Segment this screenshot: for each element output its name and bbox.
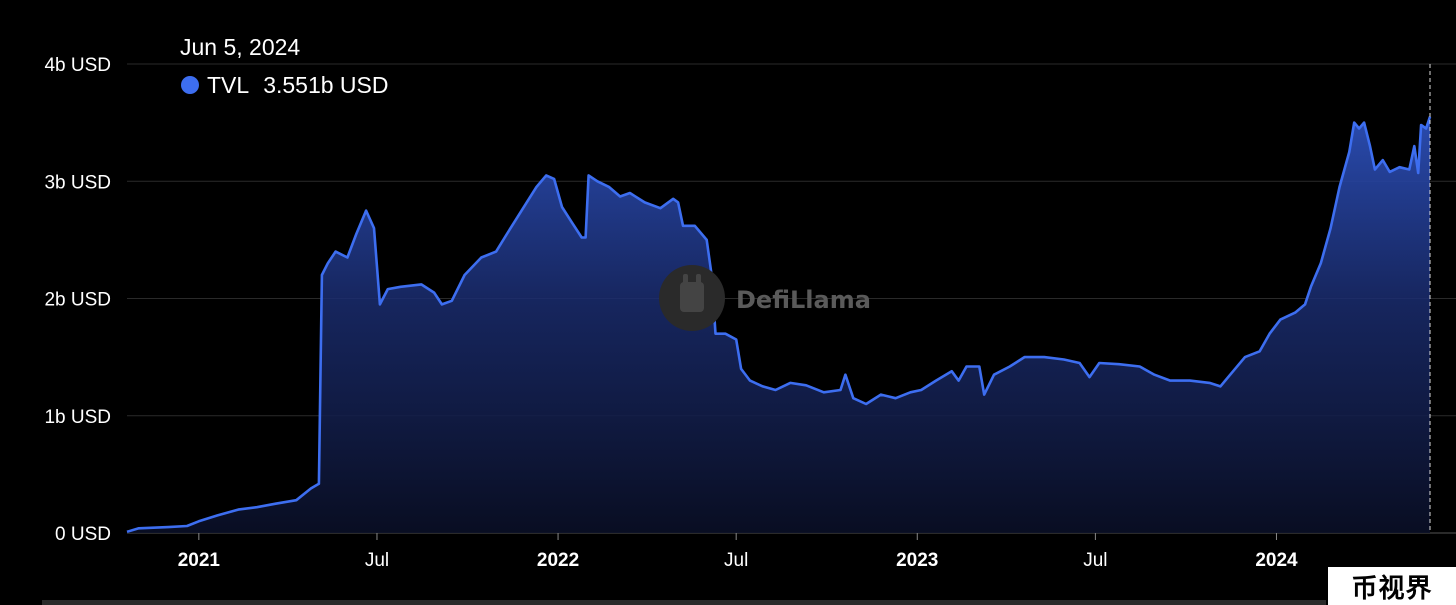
x-tick-label: 2021	[178, 550, 221, 571]
x-axis: 2021 Jul 2022 Jul 2023 Jul 2024	[178, 533, 1298, 571]
x-tick-label: 2023	[896, 550, 938, 571]
series-area	[126, 116, 1432, 534]
x-tick-label: Jul	[365, 550, 389, 571]
tooltip-series-name: TVL	[207, 72, 249, 98]
watermark-text: DefiLlama	[736, 286, 871, 314]
tvl-chart[interactable]: 0 USD1b USD2b USD3b USD4b USD 2021 Jul 202…	[0, 0, 1456, 605]
tooltip-series-line: TVL 3.551b USD	[207, 72, 389, 98]
tooltip-value: 3.551b USD	[263, 72, 388, 98]
tooltip-series-dot	[181, 76, 199, 94]
y-tick-label: 3b USD	[44, 172, 111, 193]
y-axis: 0 USD 1b USD 2b USD 3b USD 4b USD	[44, 55, 111, 545]
tooltip-date: Jun 5, 2024	[180, 34, 300, 60]
defillama-watermark: DefiLlama	[659, 265, 871, 331]
llama-logo-icon	[659, 265, 725, 331]
x-tick-label: Jul	[1083, 550, 1107, 571]
y-tick-label: 0 USD	[55, 524, 111, 545]
y-tick-label: 1b USD	[44, 407, 111, 428]
y-tick-label: 4b USD	[44, 55, 111, 76]
x-tick-label: Jul	[724, 550, 748, 571]
tooltip: Jun 5, 2024 TVL 3.551b USD	[180, 34, 389, 98]
x-tick-label: 2022	[537, 550, 579, 571]
x-tick-label: 2024	[1255, 550, 1298, 571]
scrollbar-track[interactable]	[42, 600, 1326, 605]
y-tick-label: 2b USD	[44, 290, 111, 311]
source-stamp: 币视界	[1328, 567, 1456, 605]
